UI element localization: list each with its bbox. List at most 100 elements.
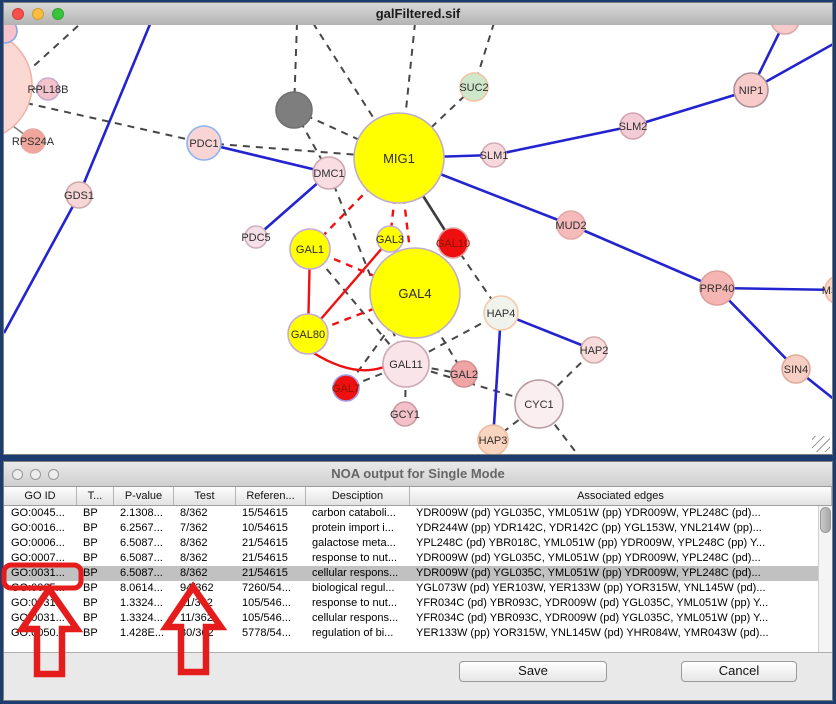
cell-go-id: GO:0016... <box>4 521 77 536</box>
node-gal2[interactable]: GAL2 <box>450 361 478 387</box>
table-row[interactable]: GO:0045...BP2.1308...8/36215/54615carbon… <box>4 506 832 521</box>
vertical-scrollbar[interactable] <box>818 506 832 673</box>
column-header-reference[interactable]: Referen... <box>236 487 306 505</box>
cell-go-id: GO:0045... <box>4 506 77 521</box>
cell-type: BP <box>77 581 114 596</box>
cell-associated-edges: YDR009W (pd) YGL035C, YML051W (pp) YDR00… <box>410 506 832 521</box>
cell-go-id: GO:0031... <box>4 611 77 626</box>
node-gal10[interactable]: GAL10 <box>436 228 470 258</box>
cell-test: 11/362 <box>174 611 236 626</box>
node-gal80[interactable]: GAL80 <box>288 314 328 354</box>
svg-text:HAP3: HAP3 <box>479 435 508 447</box>
cell-description: response to nut... <box>306 551 410 566</box>
svg-text:GAL10: GAL10 <box>436 238 470 250</box>
node-partial-right-msn[interactable]: MSN <box>822 276 832 304</box>
cell-reference: 5778/54... <box>236 626 306 641</box>
noa-window-titlebar[interactable]: NOA output for Single Mode <box>4 462 832 487</box>
node-rps24a[interactable]: RPS24A <box>12 129 55 153</box>
node-gal11[interactable]: GAL11 <box>383 341 429 387</box>
cell-p-value: 1.3324... <box>114 611 174 626</box>
cell-description: protein import i... <box>306 521 410 536</box>
node-gal1[interactable]: GAL1 <box>290 229 330 269</box>
cell-type: BP <box>77 521 114 536</box>
node-suc2[interactable]: SUC2 <box>459 73 488 101</box>
table-row[interactable]: GO:0031...BP1.3324...11/362105/546...cel… <box>4 611 832 626</box>
cell-test: 8/362 <box>174 566 236 581</box>
button-bar: Save Cancel <box>4 652 832 700</box>
cell-test: 7/362 <box>174 521 236 536</box>
node-hap3[interactable]: HAP3 <box>478 425 508 454</box>
cell-go-id: GO:0031... <box>4 596 77 611</box>
network-window-titlebar[interactable]: galFiltered.sif <box>4 3 832 26</box>
network-window: galFiltered.sif <box>3 2 833 455</box>
node-mud2[interactable]: MUD2 <box>555 211 586 239</box>
network-canvas[interactable]: RPL18B RPS24A GDS1 PDC1 <box>4 25 832 454</box>
column-header-p-value[interactable]: P-value <box>114 487 174 505</box>
svg-text:GAL1: GAL1 <box>296 244 324 256</box>
column-header-go-id[interactable]: GO ID <box>4 487 77 505</box>
node-partial-top-left[interactable] <box>4 25 17 43</box>
node-slm1[interactable]: SLM1 <box>480 143 509 167</box>
cell-p-value: 1.3324... <box>114 596 174 611</box>
node-gal4[interactable]: GAL4 <box>370 248 460 338</box>
svg-text:NIP1: NIP1 <box>739 85 763 97</box>
cell-associated-edges: YER133W (pp) YOR315W, YNL145W (pd) YHR08… <box>410 626 832 641</box>
column-header-associated-edges[interactable]: Associated edges <box>410 487 832 505</box>
save-button[interactable]: Save <box>459 661 607 682</box>
cell-test: 8/362 <box>174 506 236 521</box>
svg-text:GAL4: GAL4 <box>398 286 431 301</box>
node-nip1[interactable]: NIP1 <box>734 73 768 107</box>
table-row[interactable]: GO:0016...BP6.2567...7/36210/54615protei… <box>4 521 832 536</box>
cell-type: BP <box>77 551 114 566</box>
node-gal3[interactable]: GAL3 <box>376 226 404 252</box>
node-gcy1[interactable]: GCY1 <box>390 402 420 426</box>
column-header-description[interactable]: Desciption <box>306 487 410 505</box>
cell-description: cellular respons... <box>306 566 410 581</box>
scrollbar-thumb[interactable] <box>820 507 831 533</box>
table-row[interactable]: GO:0031...BP1.3324...11/362105/546...res… <box>4 596 832 611</box>
node-partial-top-right[interactable] <box>771 25 799 34</box>
svg-text:SLM2: SLM2 <box>619 121 648 133</box>
cell-reference: 105/546... <box>236 596 306 611</box>
cell-associated-edges: YDR244W (pp) YDR142C, YDR142C (pp) YGL15… <box>410 521 832 536</box>
cell-description: cellular respons... <box>306 611 410 626</box>
cell-type: BP <box>77 596 114 611</box>
node-prp40[interactable]: PRP40 <box>700 271 735 305</box>
table-row[interactable]: GO:0006...BP6.5087...8/36221/54615galact… <box>4 536 832 551</box>
node-dmc1[interactable]: DMC1 <box>313 157 345 189</box>
cell-type: BP <box>77 611 114 626</box>
table-row-selected[interactable]: GO:0031...BP6.5087...8/36221/54615cellul… <box>4 566 832 581</box>
table-row[interactable]: GO:0007...BP6.5087...8/36221/54615respon… <box>4 551 832 566</box>
node-cyc1[interactable]: CYC1 <box>515 380 563 428</box>
node-hap4[interactable]: HAP4 <box>484 296 518 330</box>
cell-reference: 15/54615 <box>236 506 306 521</box>
cancel-button[interactable]: Cancel <box>681 661 797 682</box>
cell-p-value: 6.5087... <box>114 536 174 551</box>
node-hap2[interactable]: HAP2 <box>580 337 609 363</box>
svg-text:MSN: MSN <box>822 285 832 297</box>
cell-description: carbon cataboli... <box>306 506 410 521</box>
column-header-test[interactable]: Test <box>174 487 236 505</box>
cell-associated-edges: YDR009W (pd) YGL035C, YML051W (pp) YDR00… <box>410 551 832 566</box>
node-rpl18b[interactable]: RPL18B <box>28 78 69 100</box>
column-header-type[interactable]: T... <box>77 487 114 505</box>
table-row[interactable]: GO:0050...BP1.428E...80/3625778/54...reg… <box>4 626 832 641</box>
svg-text:GAL3: GAL3 <box>376 234 404 246</box>
node-mig1[interactable]: MIG1 <box>354 113 444 203</box>
table-row[interactable]: GO:0065...BP8.0614...94/3627260/54...bio… <box>4 581 832 596</box>
node-sin4[interactable]: SIN4 <box>782 355 810 383</box>
cell-reference: 21/54615 <box>236 566 306 581</box>
cell-go-id: GO:0031... <box>4 566 77 581</box>
cell-reference: 105/546... <box>236 611 306 626</box>
cell-description: biological regul... <box>306 581 410 596</box>
resize-grip[interactable] <box>812 436 830 452</box>
node-pdc1[interactable]: PDC1 <box>187 126 221 160</box>
node-unlabeled-gray[interactable] <box>276 92 312 128</box>
svg-text:PDC1: PDC1 <box>189 138 218 150</box>
svg-text:GDS1: GDS1 <box>64 190 94 202</box>
node-gds1[interactable]: GDS1 <box>64 182 94 208</box>
node-gal7[interactable]: GAL7 <box>332 375 360 401</box>
cell-go-id: GO:0006... <box>4 536 77 551</box>
node-slm2[interactable]: SLM2 <box>619 113 648 139</box>
svg-text:RPL18B: RPL18B <box>28 84 69 96</box>
